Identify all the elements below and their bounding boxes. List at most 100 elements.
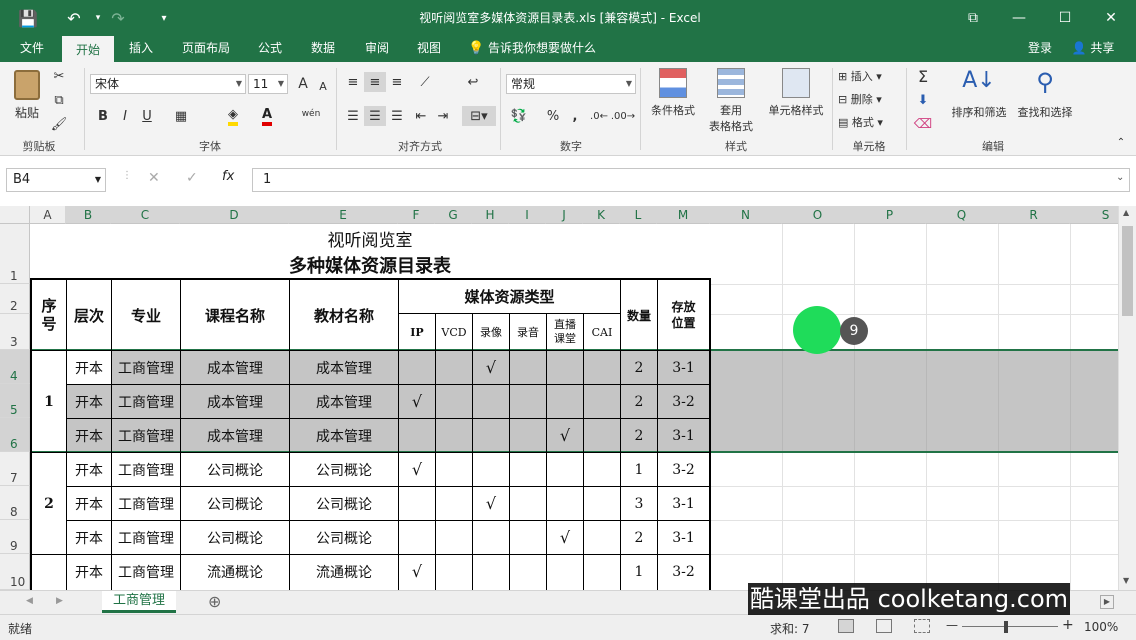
cell-major[interactable]: 工商管理: [112, 521, 180, 554]
bold-button[interactable]: B: [92, 106, 114, 126]
check-mark[interactable]: √: [473, 351, 509, 384]
share-button[interactable]: 👤 共享: [1062, 36, 1124, 62]
zoom-level[interactable]: 100%: [1084, 620, 1118, 634]
font-color-icon[interactable]: A: [256, 106, 278, 126]
row-header[interactable]: 7: [0, 452, 30, 486]
insert-cells-button[interactable]: ⊞ 插入 ▾: [838, 68, 900, 84]
orientation-icon[interactable]: ⟋: [414, 72, 436, 92]
next-sheet-icon[interactable]: ▶: [56, 596, 63, 606]
shrink-font-icon[interactable]: A: [312, 76, 334, 96]
comma-style-button[interactable]: ,: [564, 106, 586, 126]
enter-icon[interactable]: ✓: [186, 170, 198, 186]
scroll-thumb[interactable]: [1122, 226, 1133, 316]
scroll-right-icon[interactable]: ▶: [1100, 595, 1114, 609]
tell-me-search[interactable]: 💡 告诉我你想要做什么: [468, 36, 628, 62]
borders-icon[interactable]: ▦: [170, 106, 192, 126]
cell-location[interactable]: 3-1: [658, 487, 709, 520]
cell-qty[interactable]: 1: [621, 555, 657, 588]
column-header[interactable]: P: [854, 206, 926, 224]
formula-input[interactable]: 1: [252, 168, 1130, 192]
cell-course[interactable]: 成本管理: [181, 419, 289, 452]
row-header[interactable]: 2: [0, 284, 30, 314]
autosum-button[interactable]: Σ: [912, 66, 934, 86]
delete-cells-button[interactable]: ⊟ 删除 ▾: [838, 91, 900, 107]
cell-major[interactable]: 工商管理: [112, 487, 180, 520]
login-link[interactable]: 登录: [1020, 36, 1060, 62]
cell-qty[interactable]: 2: [621, 521, 657, 554]
ribbon-display-icon[interactable]: ⧉: [950, 0, 996, 36]
italic-button[interactable]: I: [114, 106, 136, 126]
check-mark[interactable]: √: [473, 487, 509, 520]
tab-file[interactable]: 文件: [8, 36, 56, 62]
cell-level[interactable]: 开本: [67, 555, 111, 588]
font-name-select[interactable]: 宋体 ▼: [90, 74, 246, 94]
tab-review[interactable]: 审阅: [354, 36, 400, 62]
row-header[interactable]: 9: [0, 520, 30, 554]
cell-textbook[interactable]: 公司概论: [290, 521, 398, 554]
cell-level[interactable]: 开本: [67, 521, 111, 554]
find-select-button[interactable]: ⚲ 查找和选择: [1010, 68, 1080, 120]
redo-icon[interactable]: ↷: [104, 0, 132, 36]
tab-insert[interactable]: 插入: [118, 36, 164, 62]
align-bottom-icon[interactable]: ≡: [386, 72, 408, 92]
cell-qty[interactable]: 2: [621, 385, 657, 418]
column-header[interactable]: I: [509, 206, 546, 224]
currency-icon[interactable]: 💱: [508, 106, 530, 126]
merge-center-icon[interactable]: ⊟▾: [462, 106, 496, 126]
decrease-indent-icon[interactable]: ⇤: [410, 106, 432, 126]
check-mark[interactable]: √: [547, 521, 583, 554]
fill-icon[interactable]: ⬇: [912, 90, 934, 110]
scroll-down-icon[interactable]: ▼: [1123, 576, 1129, 585]
check-mark[interactable]: √: [547, 419, 583, 452]
increase-decimal-icon[interactable]: .0←: [588, 106, 610, 126]
check-mark[interactable]: √: [399, 555, 435, 588]
cell-course[interactable]: 公司概论: [181, 521, 289, 554]
insert-function-icon[interactable]: fx: [222, 169, 234, 184]
clear-icon[interactable]: ⌫: [912, 114, 934, 134]
scroll-up-icon[interactable]: ▲: [1123, 208, 1129, 217]
column-header[interactable]: F: [398, 206, 435, 224]
add-sheet-icon[interactable]: ⊕: [208, 592, 221, 611]
row-header[interactable]: 5: [0, 384, 30, 418]
column-header[interactable]: M: [657, 206, 710, 224]
tab-formulas[interactable]: 公式: [248, 36, 292, 62]
column-header[interactable]: O: [782, 206, 854, 224]
tab-view[interactable]: 视图: [406, 36, 452, 62]
check-mark[interactable]: √: [399, 453, 435, 486]
percent-button[interactable]: %: [542, 106, 564, 126]
cell-level[interactable]: 开本: [67, 487, 111, 520]
conditional-format-button[interactable]: 条件格式: [646, 68, 700, 118]
cell-level[interactable]: 开本: [67, 453, 111, 486]
format-cells-button[interactable]: ▤ 格式 ▾: [838, 114, 900, 130]
tab-home[interactable]: 开始: [62, 36, 114, 62]
align-middle-icon[interactable]: ≡: [364, 72, 386, 92]
save-icon[interactable]: 💾: [14, 0, 42, 36]
format-as-table-button[interactable]: 套用 表格格式: [700, 68, 762, 134]
cell-major[interactable]: 工商管理: [112, 555, 180, 588]
column-header[interactable]: N: [710, 206, 782, 224]
column-header[interactable]: B: [66, 206, 111, 224]
customize-qat-icon[interactable]: ▾: [150, 0, 178, 36]
format-painter-icon[interactable]: 🖌: [48, 114, 70, 134]
cell-textbook[interactable]: 公司概论: [290, 487, 398, 520]
zoom-slider-thumb[interactable]: [1004, 621, 1008, 633]
font-size-select[interactable]: 11 ▼: [248, 74, 288, 94]
cell-textbook[interactable]: 流通概论: [290, 555, 398, 588]
tab-data[interactable]: 数据: [300, 36, 346, 62]
cell-location[interactable]: 3-1: [658, 521, 709, 554]
cell-level[interactable]: 开本: [67, 385, 111, 418]
vertical-scrollbar[interactable]: ▲ ▼: [1118, 206, 1136, 590]
decrease-decimal-icon[interactable]: .00→: [611, 106, 635, 126]
column-header[interactable]: S: [1070, 206, 1118, 224]
increase-indent-icon[interactable]: ⇥: [432, 106, 454, 126]
prev-sheet-icon[interactable]: ◀: [26, 596, 33, 606]
tab-page-layout[interactable]: 页面布局: [170, 36, 242, 62]
cell-textbook[interactable]: 成本管理: [290, 351, 398, 384]
row-header[interactable]: 3: [0, 314, 30, 350]
cell-level[interactable]: 开本: [67, 351, 111, 384]
row-header[interactable]: 4: [0, 350, 30, 384]
close-icon[interactable]: ✕: [1088, 0, 1134, 36]
minimize-icon[interactable]: —: [996, 0, 1042, 36]
column-header[interactable]: Q: [926, 206, 998, 224]
align-center-icon[interactable]: ☰: [364, 106, 386, 126]
